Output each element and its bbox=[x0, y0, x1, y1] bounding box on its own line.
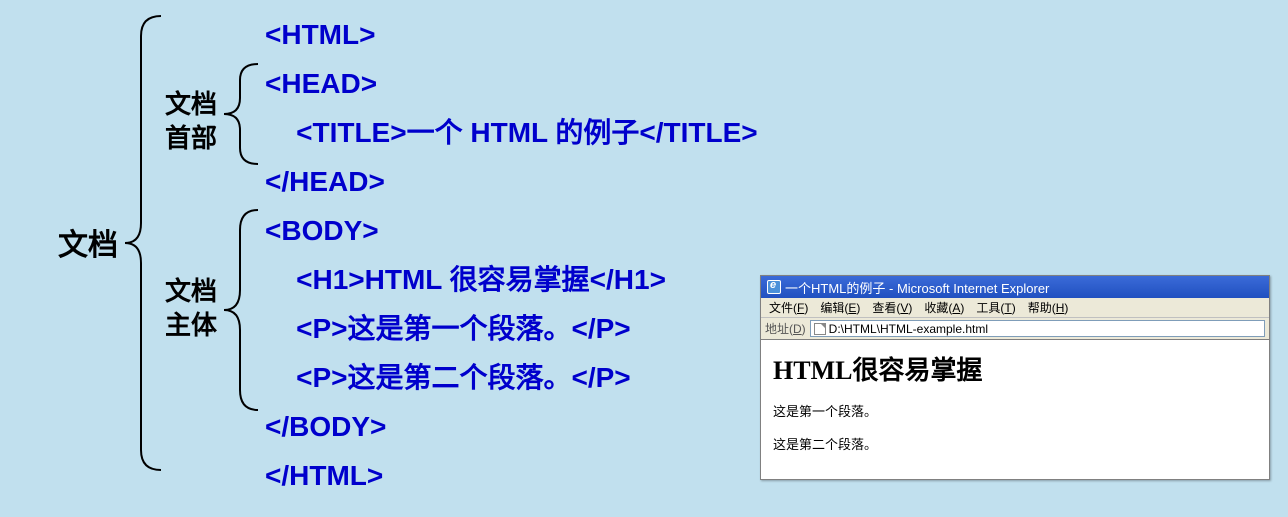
ie-address-field[interactable]: D:\HTML\HTML-example.html bbox=[810, 320, 1265, 337]
code-line-7: <P>这是第一个段落。</P> bbox=[265, 313, 631, 344]
label-body-line1: 文档 bbox=[165, 276, 217, 306]
menu-file[interactable]: 文件(F) bbox=[765, 298, 812, 317]
ie-content-area: HTML很容易掌握 这是第一个段落。 这是第二个段落。 bbox=[761, 340, 1269, 477]
page-icon bbox=[814, 323, 826, 335]
label-document: 文档 bbox=[58, 220, 118, 264]
html-code-block: <HTML> <HEAD> <TITLE>一个 HTML 的例子</TITLE>… bbox=[265, 10, 758, 500]
ie-app-icon bbox=[767, 280, 781, 294]
code-line-8: <P>这是第二个段落。</P> bbox=[265, 362, 631, 393]
label-body-section: 文档 主体 bbox=[165, 275, 217, 343]
menu-favorites[interactable]: 收藏(A) bbox=[920, 298, 968, 317]
code-line-6: <H1>HTML 很容易掌握</H1> bbox=[265, 264, 666, 295]
ie-address-label: 地址(D) bbox=[765, 320, 806, 337]
code-line-5: <BODY> bbox=[265, 215, 379, 246]
ie-addressbar: 地址(D) D:\HTML\HTML-example.html bbox=[761, 318, 1269, 340]
brace-body bbox=[222, 208, 260, 412]
code-line-3: <TITLE>一个 HTML 的例子</TITLE> bbox=[265, 117, 758, 148]
rendered-p2: 这是第二个段落。 bbox=[773, 434, 1257, 453]
code-line-9: </BODY> bbox=[265, 411, 386, 442]
menu-view[interactable]: 查看(V) bbox=[868, 298, 916, 317]
ie-title-text: 一个HTML的例子 - Microsoft Internet Explorer bbox=[785, 278, 1049, 297]
ie-menubar: 文件(F) 编辑(E) 查看(V) 收藏(A) 工具(T) 帮助(H) bbox=[761, 298, 1269, 318]
ie-address-value: D:\HTML\HTML-example.html bbox=[829, 322, 988, 336]
label-body-line2: 主体 bbox=[165, 310, 217, 340]
code-line-1: <HTML> bbox=[265, 19, 375, 50]
ie-browser-window: 一个HTML的例子 - Microsoft Internet Explorer … bbox=[760, 275, 1270, 480]
brace-head bbox=[222, 62, 260, 166]
rendered-p1: 这是第一个段落。 bbox=[773, 401, 1257, 420]
label-head-line2: 首部 bbox=[165, 123, 217, 153]
label-head-section: 文档 首部 bbox=[165, 88, 217, 156]
label-head-line1: 文档 bbox=[165, 89, 217, 119]
rendered-h1: HTML很容易掌握 bbox=[773, 350, 1257, 387]
code-line-2: <HEAD> bbox=[265, 68, 377, 99]
menu-tools[interactable]: 工具(T) bbox=[972, 298, 1019, 317]
menu-edit[interactable]: 编辑(E) bbox=[816, 298, 864, 317]
code-line-4: </HEAD> bbox=[265, 166, 385, 197]
ie-titlebar[interactable]: 一个HTML的例子 - Microsoft Internet Explorer bbox=[761, 276, 1269, 298]
diagram-container: 文档 文档 首部 文档 主体 <HTML> <HEAD> <TITLE>一个 H… bbox=[0, 0, 1288, 517]
menu-help[interactable]: 帮助(H) bbox=[1024, 298, 1073, 317]
code-line-10: </HTML> bbox=[265, 460, 383, 491]
brace-document bbox=[123, 14, 163, 472]
